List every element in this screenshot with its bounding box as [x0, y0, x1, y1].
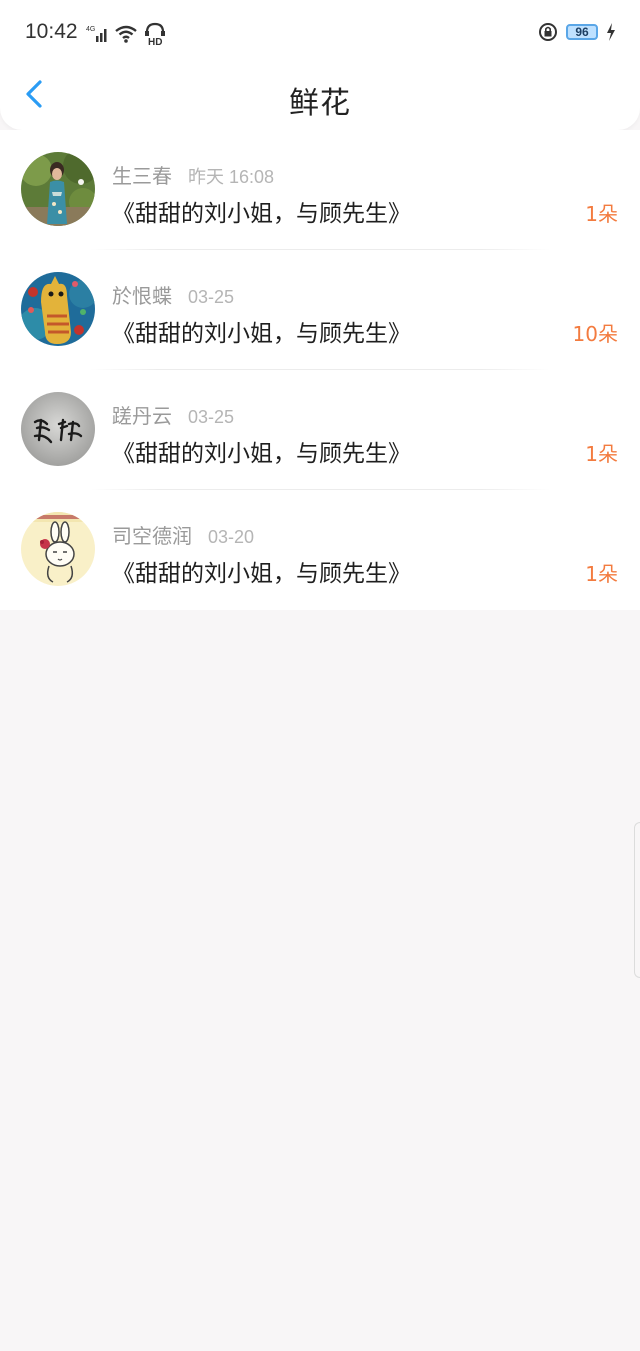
flower-count: 1朵 [585, 562, 618, 586]
book-title[interactable]: 《甜甜的刘小姐，与顾先生》 [112, 194, 411, 228]
list-item[interactable]: 生三春 昨天 16:08 《甜甜的刘小姐，与顾先生》 1朵 [0, 130, 640, 250]
hd-call-icon: HD [145, 22, 165, 46]
status-bar: 10:42 4G HD 96 [0, 10, 640, 54]
wifi-icon [115, 25, 137, 43]
sender-name: 生三春 昨天 16:08 [112, 160, 274, 189]
nav-bar: 鲜花 [0, 64, 640, 128]
list-item[interactable]: 司空德润 03-20 《甜甜的刘小姐，与顾先生》 1朵 [0, 490, 640, 610]
sender-name-text: 蹉丹云 [112, 404, 172, 428]
flower-count: 10朵 [572, 322, 618, 346]
sender-name-text: 生三春 [112, 164, 172, 188]
battery-indicator: 96 [566, 24, 598, 40]
sender-name-text: 司空德润 [112, 524, 192, 548]
status-right-icons: 96 [538, 22, 616, 42]
cat-painting-avatar[interactable] [21, 272, 95, 346]
hd-label: HD [148, 37, 162, 46]
send-time: 03-25 [188, 287, 235, 307]
book-title[interactable]: 《甜甜的刘小姐，与顾先生》 [112, 554, 411, 588]
photo-portrait-avatar[interactable] [21, 152, 95, 226]
status-time: 10:42 [25, 20, 78, 43]
battery-level: 96 [575, 25, 589, 39]
edge-panel-handle[interactable] [634, 822, 640, 978]
flower-count: 1朵 [585, 202, 618, 226]
list-item[interactable]: 於恨蝶 03-25 《甜甜的刘小姐，与顾先生》 10朵 [0, 250, 640, 370]
charging-icon [607, 23, 615, 41]
sender-name-text: 於恨蝶 [112, 284, 172, 308]
calligraphy-avatar[interactable] [21, 392, 95, 466]
flower-list: 生三春 昨天 16:08 《甜甜的刘小姐，与顾先生》 1朵 於恨蝶 03-25 … [0, 130, 640, 610]
status-left-icons: 4G HD [86, 22, 166, 46]
send-time: 昨天 16:08 [188, 167, 275, 187]
signal-icon: 4G [86, 26, 107, 42]
svg-text:4G: 4G [86, 26, 95, 33]
send-time: 03-20 [208, 527, 255, 547]
flower-count: 1朵 [585, 442, 618, 466]
cartoon-rabbit-avatar[interactable] [21, 512, 95, 586]
send-time: 03-25 [188, 407, 235, 427]
header-card: 10:42 4G HD 96 鲜花 [0, 0, 640, 130]
sender-name: 於恨蝶 03-25 [112, 280, 234, 309]
book-title[interactable]: 《甜甜的刘小姐，与顾先生》 [112, 314, 411, 348]
list-item[interactable]: 蹉丹云 03-25 《甜甜的刘小姐，与顾先生》 1朵 [0, 370, 640, 490]
rotation-lock-icon [539, 23, 557, 41]
page-title: 鲜花 [289, 86, 351, 121]
sender-name: 蹉丹云 03-25 [112, 400, 234, 429]
book-title[interactable]: 《甜甜的刘小姐，与顾先生》 [112, 434, 411, 468]
sender-name: 司空德润 03-20 [112, 520, 254, 549]
